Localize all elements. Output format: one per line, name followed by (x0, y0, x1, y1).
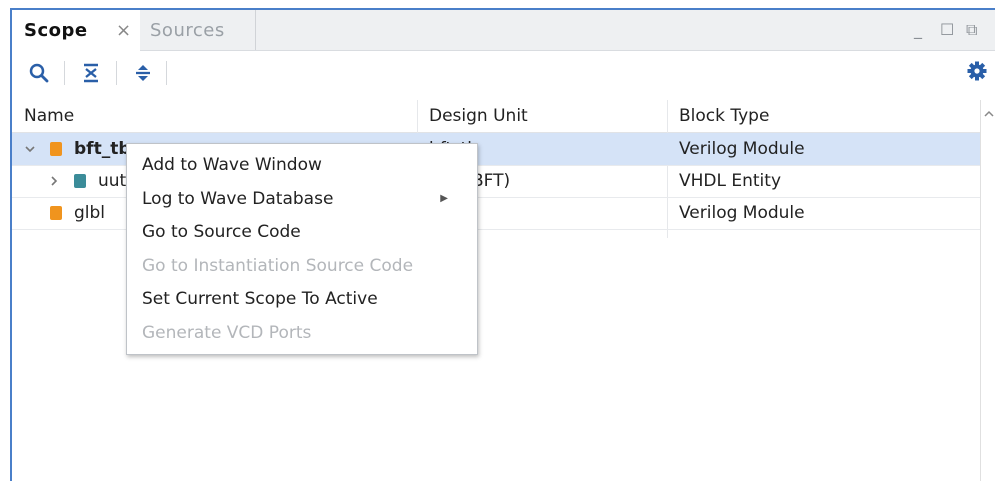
entity-icon (74, 165, 86, 197)
row-name: bft_tb (74, 139, 131, 159)
row-block-type: Verilog Module (679, 139, 805, 159)
column-header-label: Name (24, 106, 75, 126)
vertical-scrollbar[interactable] (980, 100, 995, 481)
menu-item-label: Go to Instantiation Source Code (142, 255, 414, 276)
module-icon (50, 197, 62, 229)
minimize-icon[interactable]: _ (914, 20, 922, 39)
tab-sources-label: Sources (150, 19, 225, 41)
menu-item-add-to-wave-window[interactable]: Add to Wave Window (142, 148, 462, 181)
float-icon[interactable]: ⧉ (966, 20, 977, 40)
restore-icon[interactable]: ☐ (940, 20, 954, 39)
collapse-chevron-icon[interactable] (24, 133, 36, 165)
expand-chevron-icon[interactable] (48, 165, 60, 197)
menu-item-log-to-wave-database[interactable]: Log to Wave Database ▶ (142, 182, 462, 215)
menu-item-go-to-instantiation-source-code: Go to Instantiation Source Code (142, 249, 462, 282)
menu-item-label: Log to Wave Database (142, 188, 334, 209)
column-header-block-type[interactable]: Block Type (667, 100, 967, 132)
column-header-name[interactable]: Name (12, 100, 417, 132)
tab-bar: Scope × Sources _ ☐ ⧉ (12, 10, 995, 51)
menu-item-go-to-source-code[interactable]: Go to Source Code (142, 215, 462, 248)
collapse-all-icon[interactable] (78, 59, 104, 87)
toolbar-separator (64, 61, 65, 85)
toolbar (12, 51, 995, 97)
tab-sources[interactable]: Sources (138, 10, 256, 50)
expand-all-icon[interactable] (130, 59, 156, 87)
toolbar-separator (166, 61, 167, 85)
row-block-type: Verilog Module (679, 203, 805, 223)
column-header-design-unit[interactable]: Design Unit (417, 100, 667, 132)
column-header-label: Block Type (679, 106, 770, 126)
context-menu: Add to Wave Window Log to Wave Database … (126, 143, 478, 355)
toolbar-separator (116, 61, 117, 85)
menu-item-label: Go to Source Code (142, 221, 301, 242)
column-header-label: Design Unit (429, 106, 528, 126)
menu-item-label: Generate VCD Ports (142, 322, 312, 343)
gear-icon[interactable] (967, 61, 987, 85)
row-block-type: VHDL Entity (679, 171, 782, 191)
tab-scope-close-icon[interactable]: × (116, 10, 131, 50)
menu-item-label: Set Current Scope To Active (142, 288, 378, 309)
menu-item-set-current-scope-to-active[interactable]: Set Current Scope To Active (142, 282, 462, 315)
search-icon[interactable] (26, 59, 52, 87)
tab-scope-label: Scope (24, 20, 88, 41)
module-icon (50, 133, 62, 165)
row-name: uut (98, 171, 127, 191)
menu-item-label: Add to Wave Window (142, 154, 322, 175)
row-name: glbl (74, 203, 106, 223)
menu-item-generate-vcd-ports: Generate VCD Ports (142, 316, 462, 349)
submenu-arrow-icon: ▶ (440, 193, 448, 204)
